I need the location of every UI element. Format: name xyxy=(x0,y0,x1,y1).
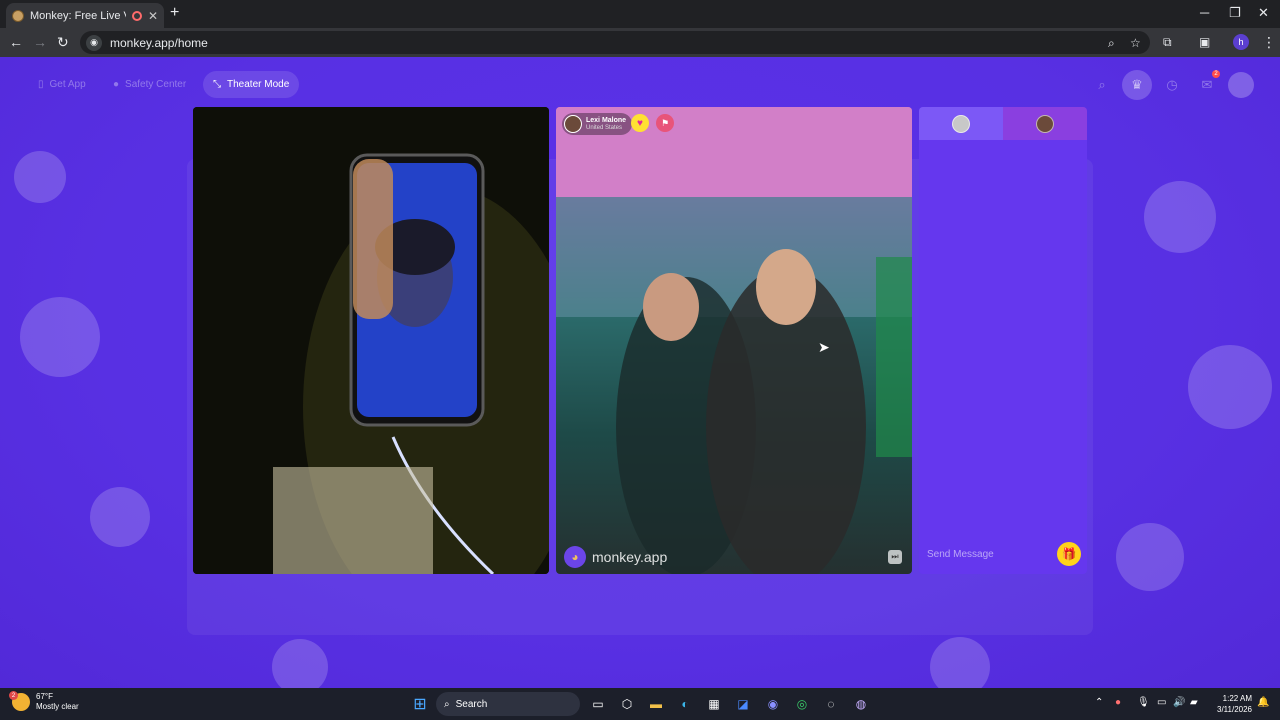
app-icon[interactable]: ◪ xyxy=(733,694,753,714)
weather-desc: Mostly clear xyxy=(36,702,79,711)
volume-icon[interactable]: 🔊 xyxy=(1173,697,1185,708)
minimize-button[interactable]: ─ xyxy=(1200,5,1209,20)
app-icon-2[interactable]: ◍ xyxy=(851,694,871,714)
theater-mode-button[interactable]: ⤡ Theater Mode xyxy=(203,71,300,98)
weather-icon: 2 xyxy=(9,691,30,711)
shield-icon: ● xyxy=(113,79,120,90)
watermark-text: monkey.app xyxy=(592,549,668,565)
close-window-button[interactable]: ✕ xyxy=(1258,5,1269,21)
send-message-input[interactable] xyxy=(927,548,1047,560)
windows-taskbar: 2 67°F Mostly clear ⊞ ⌕ Search ▭ ⬡ ▬ ◐ ▦… xyxy=(0,688,1280,720)
partner-country: United States xyxy=(586,124,623,131)
search-icon: ⌕ xyxy=(444,698,450,710)
browser-tab[interactable]: Monkey: Free Live Video Ch ✕ xyxy=(6,3,164,28)
taskbar-search-label: Search xyxy=(455,698,488,710)
widgets-icon[interactable]: ⬡ xyxy=(617,694,637,714)
mouse-cursor-icon: ➤ xyxy=(818,339,830,355)
browser-tab-strip: Monkey: Free Live Video Ch ✕ + ─ ❐ ✕ xyxy=(0,0,1280,28)
task-view-icon[interactable]: ▭ xyxy=(588,694,608,714)
url-text[interactable]: monkey.app/home xyxy=(110,36,208,50)
partner-video-frame xyxy=(556,107,912,574)
messages-badge: 2 xyxy=(1212,70,1220,78)
tray-overflow-icon[interactable]: ⌃ xyxy=(1095,697,1103,708)
local-video xyxy=(193,107,549,574)
tab-close-button[interactable]: ✕ xyxy=(148,9,158,23)
phone-icon: ▯ xyxy=(38,79,44,90)
weather-badge: 2 xyxy=(9,691,18,700)
crown-icon[interactable]: ♛ xyxy=(1122,70,1152,100)
notification-icon[interactable]: 🔔 xyxy=(1257,697,1269,708)
weather-temp: 67°F xyxy=(36,692,53,701)
chrome-icon[interactable]: ◎ xyxy=(792,694,812,714)
heart-icon[interactable]: ♥ xyxy=(631,114,649,132)
back-arrow-icon[interactable]: ← xyxy=(9,34,23,50)
skip-icon[interactable]: ⏭ xyxy=(888,550,902,564)
get-app-label: Get App xyxy=(49,79,86,90)
weather-widget[interactable]: 2 67°F Mostly clear xyxy=(9,691,79,712)
expand-icon: ⤡ xyxy=(213,79,221,90)
browser-menu-icon[interactable]: ⋮ xyxy=(1262,34,1276,50)
address-bar[interactable]: ◉ monkey.app/home ⌕ ☆ xyxy=(80,31,1150,54)
browser-toolbar: ← → ↻ ◉ monkey.app/home ⌕ ☆ ⧉ ▣ h ⋮ xyxy=(0,28,1280,57)
local-video-frame xyxy=(193,107,549,574)
theater-mode-label: Theater Mode xyxy=(227,79,290,90)
taskbar-search[interactable]: ⌕ Search xyxy=(436,692,580,716)
forward-arrow-icon[interactable]: → xyxy=(33,34,47,50)
chat-panel: 🎁 xyxy=(919,107,1087,574)
store-icon[interactable]: ▦ xyxy=(704,694,724,714)
restore-button[interactable]: ❐ xyxy=(1229,5,1241,21)
clock-time: 1:22 AM xyxy=(1222,694,1252,703)
extensions-icon[interactable]: ⧉ xyxy=(1163,34,1172,50)
safety-center-button[interactable]: ● Safety Center xyxy=(103,71,196,98)
monkey-logo-icon: ◕ xyxy=(564,546,586,568)
new-tab-button[interactable]: + xyxy=(170,4,179,22)
tab-title: Monkey: Free Live Video Ch xyxy=(30,9,126,22)
network-icon[interactable]: ▭ xyxy=(1157,697,1166,708)
monkey-favicon-icon xyxy=(12,9,24,22)
get-app-button[interactable]: ▯ Get App xyxy=(28,71,96,98)
bookmark-star-icon[interactable]: ☆ xyxy=(1130,36,1141,50)
gift-icon[interactable]: 🎁 xyxy=(1057,542,1081,566)
battery-icon[interactable]: ▰ xyxy=(1190,697,1198,708)
self-avatar xyxy=(952,114,970,133)
safety-center-label: Safety Center xyxy=(125,79,187,90)
chat-tab-self[interactable] xyxy=(919,107,1003,140)
partner-avatar xyxy=(564,115,582,133)
partner-video: Lexi Malone United States ♥ ⚑ ◕ monkey.a… xyxy=(556,107,912,574)
windows-start-icon[interactable]: ⊞ xyxy=(410,694,430,714)
clock-date: 3/11/2026 xyxy=(1217,705,1252,714)
messages-icon[interactable]: ✉ 2 xyxy=(1195,70,1220,97)
monkey-watermark: ◕ monkey.app xyxy=(564,546,667,568)
zoom-icon[interactable]: ⌕ xyxy=(1108,36,1115,51)
chat-tab-partner[interactable] xyxy=(1003,107,1087,140)
reload-icon[interactable]: ↻ xyxy=(57,34,69,50)
taskbar-clock[interactable]: 1:22 AM 3/11/2026 xyxy=(1208,693,1252,715)
steam-icon[interactable]: ◌ xyxy=(821,694,841,714)
search-icon[interactable]: ⌕ xyxy=(1090,73,1114,97)
partner-chat-avatar xyxy=(1036,114,1054,133)
user-avatar[interactable] xyxy=(1228,72,1254,98)
site-info-icon[interactable]: ◉ xyxy=(86,34,102,51)
partner-name: Lexi Malone xyxy=(586,116,627,124)
microphone-icon[interactable]: 🎙 xyxy=(1137,697,1150,708)
partner-info-pill[interactable]: Lexi Malone United States xyxy=(562,113,633,135)
edge-icon[interactable]: ◐ xyxy=(675,694,695,714)
discord-icon[interactable]: ◉ xyxy=(763,694,783,714)
tray-app-icon[interactable]: ● xyxy=(1115,697,1121,708)
chat-input-row: 🎁 xyxy=(919,534,1087,574)
file-explorer-icon[interactable]: ▬ xyxy=(646,694,666,714)
profile-avatar[interactable]: h xyxy=(1233,34,1249,50)
recording-icon xyxy=(131,10,142,21)
tab-search-icon[interactable]: ▣ xyxy=(1199,34,1210,50)
report-icon[interactable]: ⚑ xyxy=(656,114,674,132)
history-icon[interactable]: ◷ xyxy=(1160,73,1184,97)
